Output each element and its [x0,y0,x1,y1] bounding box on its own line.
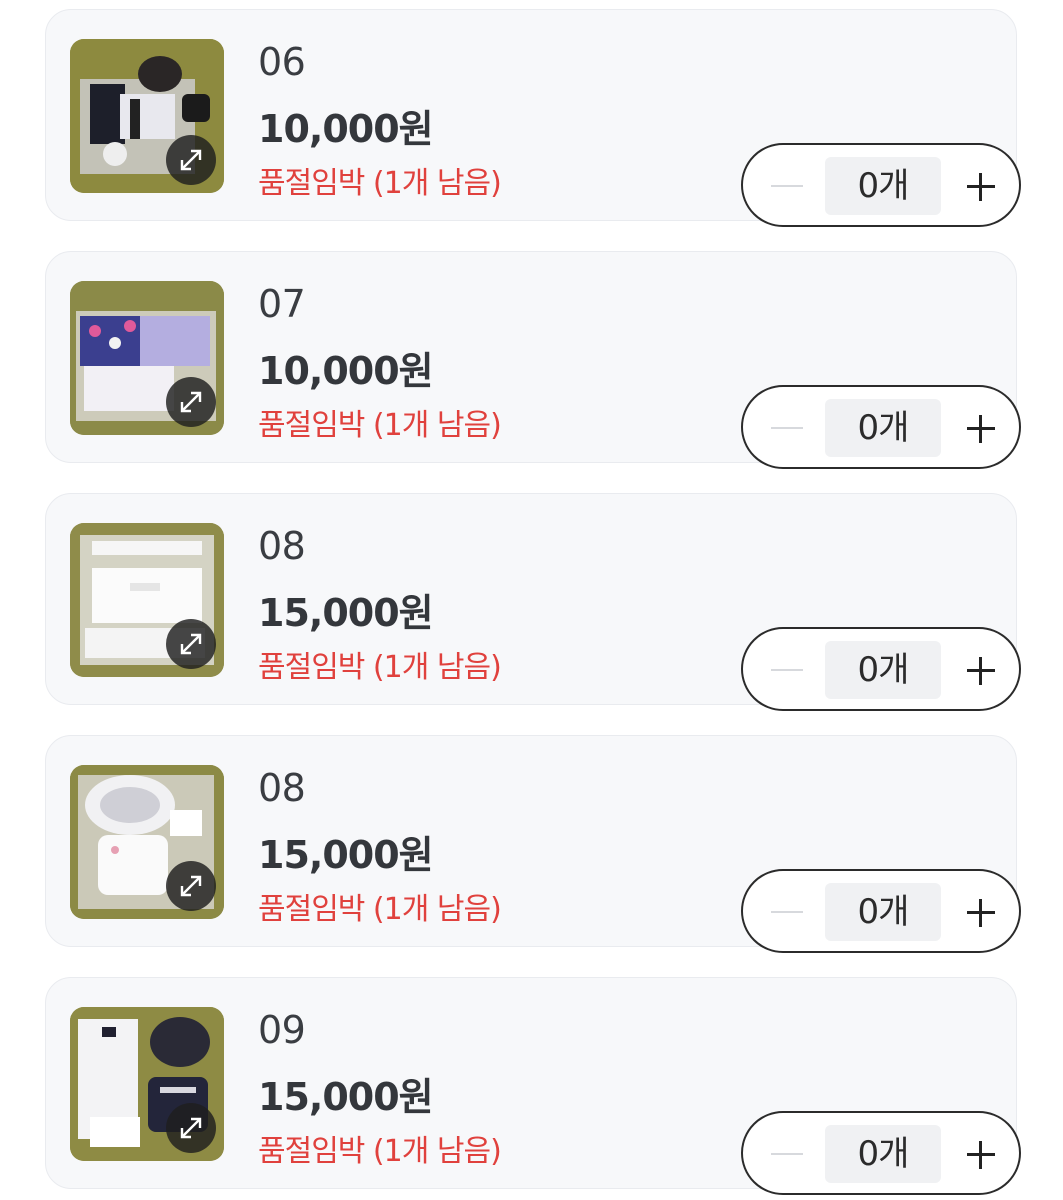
option-price: 15,000원 [258,1075,434,1119]
product-option-list: 06 10,000원 품절임박 (1개 남음) 0개 07 10,000원 품절… [0,0,1063,1200]
minus-icon [771,185,803,187]
minus-icon [771,911,803,913]
expand-icon [180,875,202,897]
expand-icon [180,1117,202,1139]
expand-image-button[interactable] [166,377,216,427]
quantity-stepper: 0개 [741,1111,1021,1195]
option-name: 06 [258,40,306,84]
option-price: 15,000원 [258,591,434,635]
expand-icon [180,633,202,655]
increase-quantity-button[interactable] [953,883,1009,941]
list-item: 08 15,000원 품절임박 (1개 남음) 0개 [45,493,1021,711]
stock-status: 품절임박 (1개 남음) [258,166,502,201]
expand-image-button[interactable] [166,1103,216,1153]
quantity-value[interactable]: 0개 [825,641,941,699]
quantity-value[interactable]: 0개 [825,883,941,941]
quantity-value[interactable]: 0개 [825,1125,941,1183]
expand-image-button[interactable] [166,619,216,669]
expand-icon [180,149,202,171]
quantity-stepper: 0개 [741,143,1021,227]
list-item: 09 15,000원 품절임박 (1개 남음) 0개 [45,977,1021,1195]
list-item: 06 10,000원 품절임박 (1개 남음) 0개 [45,9,1021,227]
minus-icon [771,427,803,429]
list-item: 07 10,000원 품절임박 (1개 남음) 0개 [45,251,1021,469]
stock-status: 품절임박 (1개 남음) [258,1134,502,1169]
product-thumbnail[interactable] [70,523,224,677]
increase-quantity-button[interactable] [953,1125,1009,1183]
quantity-stepper: 0개 [741,385,1021,469]
option-name: 08 [258,766,306,810]
increase-quantity-button[interactable] [953,641,1009,699]
product-thumbnail[interactable] [70,1007,224,1161]
stock-status: 품절임박 (1개 남음) [258,892,502,927]
quantity-value[interactable]: 0개 [825,399,941,457]
product-thumbnail[interactable] [70,765,224,919]
quantity-stepper: 0개 [741,627,1021,711]
quantity-stepper: 0개 [741,869,1021,953]
option-price: 10,000원 [258,349,434,393]
expand-image-button[interactable] [166,135,216,185]
product-thumbnail[interactable] [70,281,224,435]
increase-quantity-button[interactable] [953,399,1009,457]
option-name: 09 [258,1008,306,1052]
product-thumbnail[interactable] [70,39,224,193]
increase-quantity-button[interactable] [953,157,1009,215]
option-price: 15,000원 [258,833,434,877]
option-name: 07 [258,282,306,326]
minus-icon [771,669,803,671]
option-price: 10,000원 [258,107,434,151]
minus-icon [771,1153,803,1155]
quantity-value[interactable]: 0개 [825,157,941,215]
expand-image-button[interactable] [166,861,216,911]
stock-status: 품절임박 (1개 남음) [258,408,502,443]
option-name: 08 [258,524,306,568]
expand-icon [180,391,202,413]
list-item: 08 15,000원 품절임박 (1개 남음) 0개 [45,735,1021,953]
stock-status: 품절임박 (1개 남음) [258,650,502,685]
